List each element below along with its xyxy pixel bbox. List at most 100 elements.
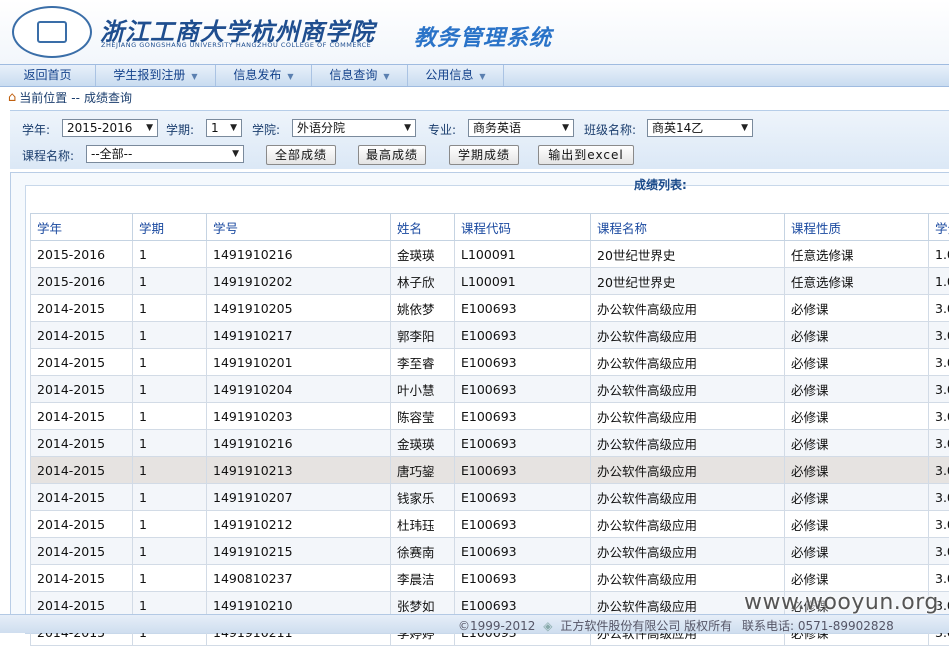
table-cell: 1491910217 (207, 322, 391, 349)
table-row[interactable]: 2015-201611491910202林子欣L10009120世纪世界史任意选… (31, 268, 949, 295)
table-cell: 必修课 (785, 430, 929, 457)
chevron-down-icon: ▼ (146, 120, 153, 136)
table-row[interactable]: 2014-201511491910217郭李阳E100693办公软件高级应用必修… (31, 322, 949, 349)
major-select[interactable]: 商务英语 ▼ (468, 119, 574, 137)
table-cell: 1 (133, 268, 207, 295)
class-label: 班级名称: (584, 121, 636, 138)
nav-item-public-info[interactable]: 公用信息▼ (408, 65, 504, 86)
table-cell: 必修课 (785, 295, 929, 322)
table-row[interactable]: 2015-201611491910216金瑛瑛L10009120世纪世界史任意选… (31, 241, 949, 268)
table-cell: E100693 (455, 457, 591, 484)
table-cell: 3.0 (929, 322, 949, 349)
table-cell: 必修课 (785, 376, 929, 403)
table-cell: 必修课 (785, 484, 929, 511)
nav-item-registration[interactable]: 学生报到注册 ▼ (96, 65, 216, 86)
major-select-value: 商务英语 (473, 121, 521, 135)
table-row[interactable]: 2014-201511491910201李至睿E100693办公软件高级应用必修… (31, 349, 949, 376)
column-header: 学分 (929, 214, 949, 241)
table-cell: 金瑛瑛 (391, 241, 455, 268)
chevron-down-icon: ▼ (741, 120, 748, 136)
course-select[interactable]: --全部-- ▼ (86, 145, 244, 163)
table-cell: 3.0 (929, 295, 949, 322)
table-cell: 2014-2015 (31, 295, 133, 322)
term-grades-button[interactable]: 学期成绩 (449, 145, 519, 165)
table-cell: 办公软件高级应用 (591, 295, 785, 322)
table-cell: 1491910207 (207, 484, 391, 511)
table-cell: 办公软件高级应用 (591, 430, 785, 457)
table-cell: 1 (133, 538, 207, 565)
chevron-down-icon: ▼ (191, 72, 197, 81)
table-row[interactable]: 2014-201511491910205姚依梦E100693办公软件高级应用必修… (31, 295, 949, 322)
table-cell: E100693 (455, 322, 591, 349)
college-select[interactable]: 外语分院 ▼ (292, 119, 416, 137)
table-cell: 1490810237 (207, 565, 391, 592)
table-row[interactable]: 2014-201511491910207钱家乐E100693办公软件高级应用必修… (31, 484, 949, 511)
table-cell: 3.0 (929, 565, 949, 592)
table-cell: 必修课 (785, 457, 929, 484)
table-cell: 办公软件高级应用 (591, 322, 785, 349)
table-cell: 办公软件高级应用 (591, 484, 785, 511)
table-row[interactable]: 2014-201511491910215徐赛南E100693办公软件高级应用必修… (31, 538, 949, 565)
breadcrumb-page: 成绩查询 (84, 88, 132, 108)
export-excel-button[interactable]: 输出到excel (538, 145, 634, 165)
table-row[interactable]: 2014-201511491910216金瑛瑛E100693办公软件高级应用必修… (31, 430, 949, 457)
table-cell: 必修课 (785, 322, 929, 349)
table-cell: 1491910216 (207, 430, 391, 457)
nav-item-home[interactable]: 返回首页 (0, 65, 96, 86)
table-cell: 办公软件高级应用 (591, 349, 785, 376)
table-cell: 办公软件高级应用 (591, 565, 785, 592)
year-select-value: 2015-2016 (67, 121, 132, 135)
table-cell: 2014-2015 (31, 457, 133, 484)
footer-contact: 联系电话: 0571-89902828 (742, 619, 894, 633)
table-cell: 1491910201 (207, 349, 391, 376)
course-label: 课程名称: (22, 147, 74, 164)
nav-item-label: 学生报到注册 (113, 68, 185, 82)
term-label: 学期: (166, 121, 194, 138)
table-row[interactable]: 2014-201511491910204叶小慧E100693办公软件高级应用必修… (31, 376, 949, 403)
table-row[interactable]: 2014-201511491910213唐巧鋆E100693办公软件高级应用必修… (31, 457, 949, 484)
school-logo (12, 6, 92, 58)
class-select[interactable]: 商英14乙 ▼ (647, 119, 753, 137)
nav-item-query[interactable]: 信息查询▼ (312, 65, 408, 86)
column-header: 姓名 (391, 214, 455, 241)
table-cell: 1491910202 (207, 268, 391, 295)
table-cell: E100693 (455, 565, 591, 592)
year-label: 学年: (22, 121, 50, 138)
nav-item-announcements[interactable]: 信息发布▼ (216, 65, 312, 86)
table-cell: 1491910203 (207, 403, 391, 430)
table-row[interactable]: 2014-201511491910203陈容莹E100693办公软件高级应用必修… (31, 403, 949, 430)
breadcrumb: ⌂ 当前位置 -- 成绩查询 (8, 88, 132, 108)
table-cell: 1491910215 (207, 538, 391, 565)
year-select[interactable]: 2015-2016 ▼ (62, 119, 158, 137)
table-cell: 1491910216 (207, 241, 391, 268)
table-cell: 办公软件高级应用 (591, 457, 785, 484)
table-row[interactable]: 2014-201511491910212杜玮珏E100693办公软件高级应用必修… (31, 511, 949, 538)
table-cell: 1 (133, 403, 207, 430)
course-select-value: --全部-- (91, 147, 132, 161)
table-row[interactable]: 2014-201511490810237李晨洁E100693办公软件高级应用必修… (31, 565, 949, 592)
table-cell: 必修课 (785, 349, 929, 376)
table-cell: 叶小慧 (391, 376, 455, 403)
table-cell: 1491910205 (207, 295, 391, 322)
highest-grades-button[interactable]: 最高成绩 (358, 145, 426, 165)
table-cell: 任意选修课 (785, 268, 929, 295)
watermark: www.wooyun.org (744, 590, 939, 615)
table-cell: E100693 (455, 349, 591, 376)
footer: ©1999-2012 ◈ 正方软件股份有限公司 版权所有 联系电话: 0571-… (0, 614, 949, 633)
filter-panel: 学年: 2015-2016 ▼ 学期: 1 ▼ 学院: 外语分院 ▼ 专业: 商… (10, 110, 949, 169)
table-cell: 1 (133, 565, 207, 592)
table-cell: 1 (133, 430, 207, 457)
table-cell: 2014-2015 (31, 430, 133, 457)
table-cell: 必修课 (785, 403, 929, 430)
logo-emblem-icon (37, 21, 67, 43)
all-grades-button[interactable]: 全部成绩 (266, 145, 336, 165)
table-cell: 3.0 (929, 511, 949, 538)
table-cell: E100693 (455, 376, 591, 403)
table-cell: 20世纪世界史 (591, 241, 785, 268)
term-select[interactable]: 1 ▼ (206, 119, 242, 137)
table-cell: 办公软件高级应用 (591, 538, 785, 565)
table-cell: 1 (133, 376, 207, 403)
app-header: 浙江工商大学杭州商学院 ZHEJIANG GONGSHANG UNIVERSIT… (0, 0, 949, 64)
table-cell: L100091 (455, 268, 591, 295)
table-cell: 办公软件高级应用 (591, 376, 785, 403)
